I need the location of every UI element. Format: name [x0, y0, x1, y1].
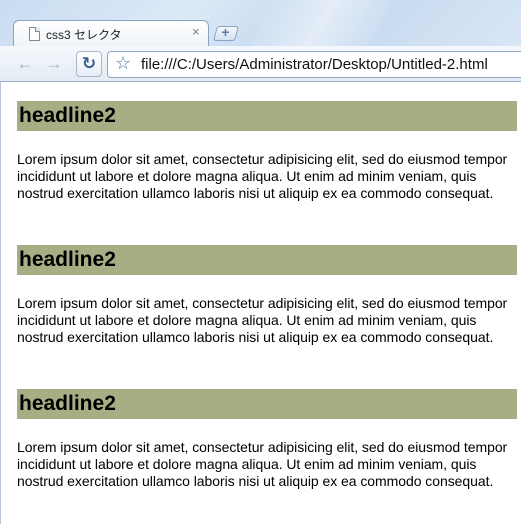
paragraph: Lorem ipsum dolor sit amet, consectetur … [17, 295, 508, 345]
close-icon[interactable]: × [192, 24, 200, 39]
bookmark-star-icon[interactable]: ☆ [115, 53, 131, 74]
headline: headline2 [17, 245, 517, 275]
page-content: headline2 Lorem ipsum dolor sit amet, co… [0, 82, 521, 524]
paragraph: Lorem ipsum dolor sit amet, consectetur … [17, 151, 508, 201]
url-text[interactable]: file:///C:/Users/Administrator/Desktop/U… [141, 56, 488, 73]
tab-strip: css3 セレクタ × + [0, 0, 521, 46]
section-3: headline2 Lorem ipsum dolor sit amet, co… [17, 389, 517, 490]
headline: headline2 [17, 389, 517, 419]
tab-strip-glare [239, 0, 401, 46]
headline: headline2 [17, 101, 517, 131]
new-tab-button[interactable]: + [212, 24, 240, 41]
browser-window: css3 セレクタ × + ← → ↻ ☆ file:///C:/Users/A… [0, 0, 521, 524]
forward-icon: → [45, 54, 63, 73]
tab-active[interactable]: css3 セレクタ × [13, 20, 209, 46]
toolbar: ← → ↻ ☆ file:///C:/Users/Administrator/D… [0, 46, 521, 82]
tab-title: css3 セレクタ [46, 28, 122, 42]
forward-button[interactable]: → [42, 53, 66, 75]
section-2: headline2 Lorem ipsum dolor sit amet, co… [17, 245, 517, 346]
back-button[interactable]: ← [13, 53, 37, 75]
reload-icon: ↻ [81, 54, 97, 73]
new-tab-icon: + [221, 24, 230, 40]
page-icon [29, 27, 40, 41]
back-icon: ← [16, 54, 34, 73]
section-1: headline2 Lorem ipsum dolor sit amet, co… [17, 101, 517, 202]
paragraph: Lorem ipsum dolor sit amet, consectetur … [17, 439, 508, 489]
address-bar[interactable]: ☆ file:///C:/Users/Administrator/Desktop… [107, 51, 521, 78]
reload-button[interactable]: ↻ [76, 51, 102, 77]
